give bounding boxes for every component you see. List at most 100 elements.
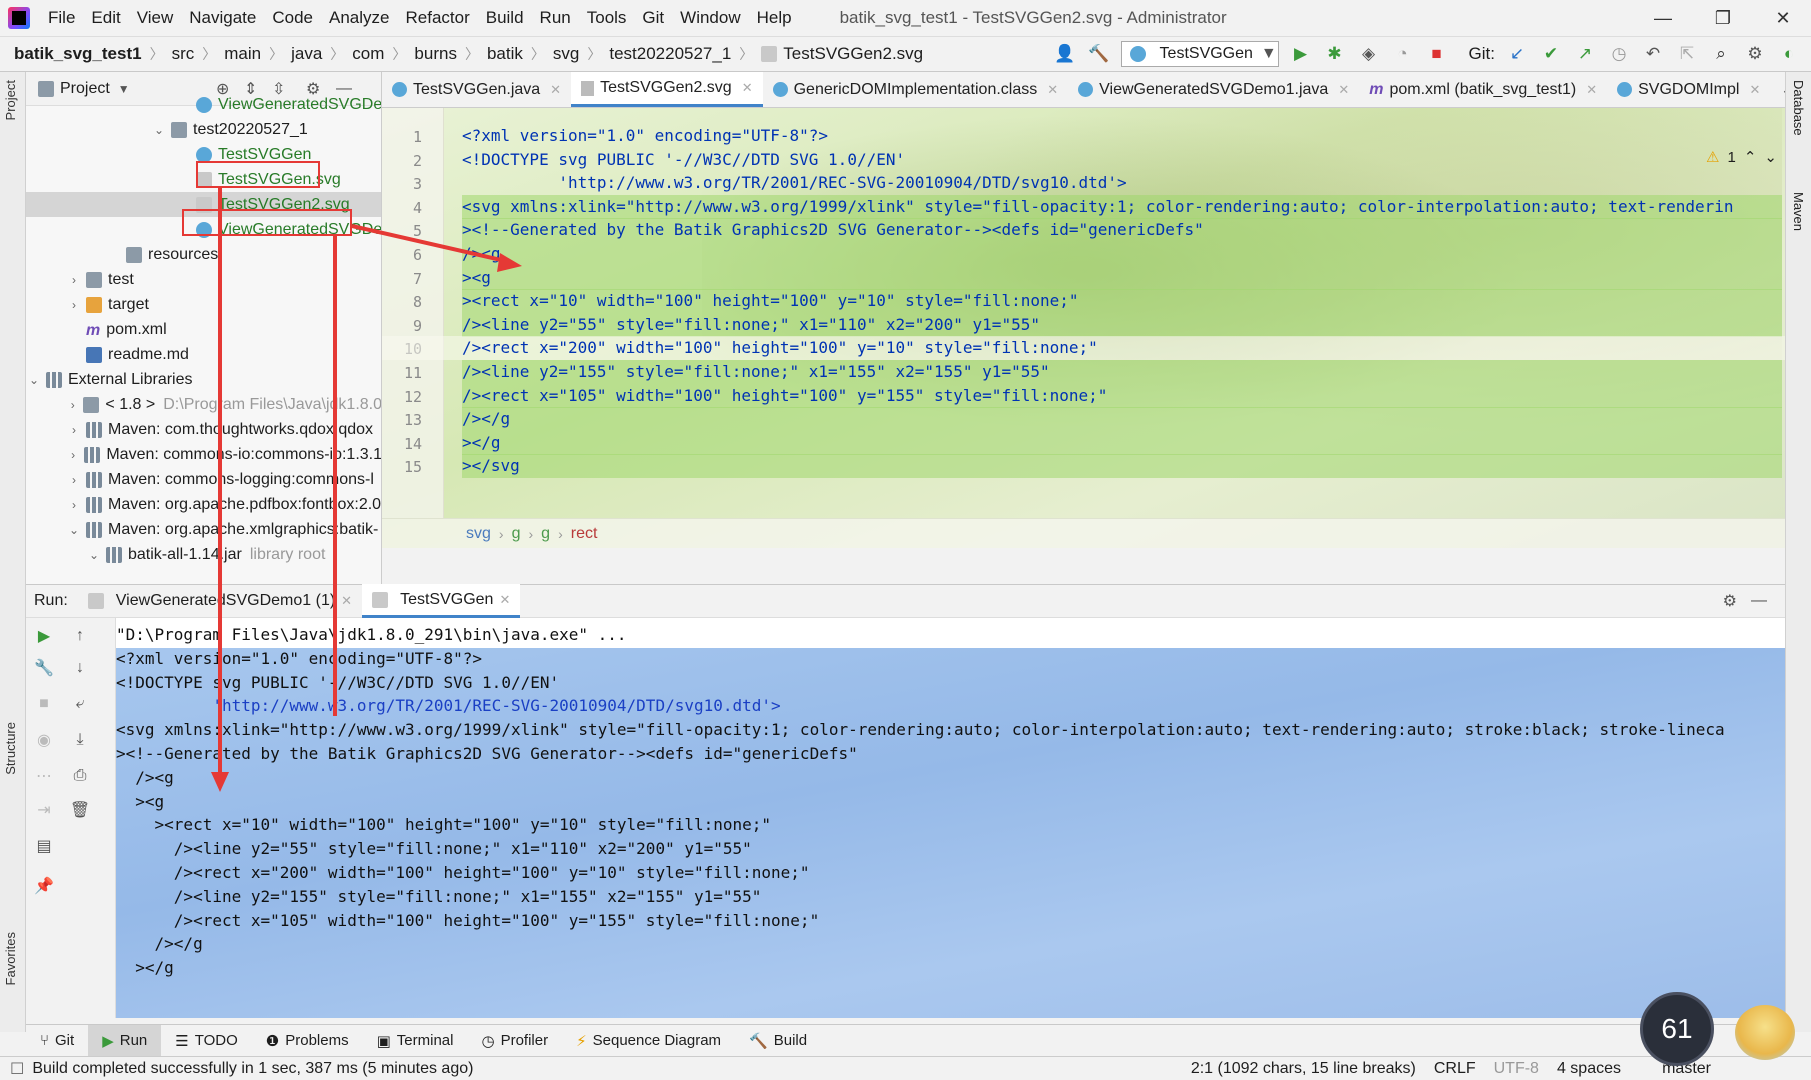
- code-line[interactable]: <svg xmlns:xlink="http://www.w3.org/1999…: [462, 195, 1734, 219]
- breadcrumb-burns[interactable]: burns: [414, 44, 457, 64]
- menu-help[interactable]: Help: [749, 8, 800, 28]
- menu-refactor[interactable]: Refactor: [397, 8, 477, 28]
- trash-icon[interactable]: 🗑: [68, 798, 92, 822]
- project-tree-row[interactable]: › Maven: commons-logging:commons-l: [26, 467, 381, 492]
- menu-run[interactable]: Run: [532, 8, 579, 28]
- project-tree-row[interactable]: › test: [26, 267, 381, 292]
- breadcrumb-batik[interactable]: batik: [487, 44, 523, 64]
- breadcrumb-file[interactable]: TestSVGGen2.svg: [761, 44, 923, 64]
- favorites-tool-window-label[interactable]: Favorites: [3, 932, 18, 985]
- scroll-up-icon[interactable]: ↑: [68, 624, 92, 648]
- camera-icon[interactable]: ◉: [32, 728, 56, 752]
- project-tree-row[interactable]: › Maven: com.thoughtworks.qdox:qdox: [26, 417, 381, 442]
- editor-breadcrumb-item[interactable]: g: [512, 525, 521, 543]
- git-history-icon[interactable]: ◷: [1607, 42, 1631, 66]
- editor-breadcrumb-item[interactable]: g: [541, 525, 550, 543]
- tool-tab-build[interactable]: 🔨 Build: [735, 1025, 821, 1057]
- tool-tab-problems[interactable]: ❶ Problems: [252, 1025, 363, 1057]
- maven-tool-window-label[interactable]: Maven: [1791, 192, 1806, 231]
- code-line[interactable]: ><!--Generated by the Batik Graphics2D S…: [462, 218, 1204, 242]
- database-tool-window-label[interactable]: Database: [1791, 80, 1806, 136]
- close-tab-icon[interactable]: ✕: [550, 82, 561, 98]
- tool-tab-terminal[interactable]: ▣ Terminal: [363, 1025, 468, 1057]
- code-line[interactable]: /><g: [462, 242, 501, 266]
- project-tree-row[interactable]: › Maven: org.apache.pdfbox:fontbox:2.0: [26, 492, 381, 517]
- project-tree-row[interactable]: resources: [26, 242, 381, 267]
- menu-tools[interactable]: Tools: [579, 8, 635, 28]
- editor-tab[interactable]: TestSVGGen2.svg ✕: [571, 72, 763, 107]
- structure-tool-window-label[interactable]: Structure: [3, 722, 18, 775]
- code-line[interactable]: /></g: [462, 407, 510, 431]
- stop-icon[interactable]: ■: [1425, 42, 1449, 66]
- close-tab-icon[interactable]: ✕: [1749, 82, 1760, 98]
- code-line[interactable]: /><line y2="55" style="fill:none;" x1="1…: [462, 313, 1040, 337]
- project-tree-row[interactable]: ⌄ batik-all-1.14.jar library root: [26, 542, 381, 567]
- menu-window[interactable]: Window: [672, 8, 748, 28]
- translate-icon[interactable]: ⇱: [1675, 42, 1699, 66]
- soft-wrap-icon[interactable]: ⤶: [68, 692, 92, 716]
- search-icon[interactable]: ⌕: [1709, 42, 1733, 66]
- close-tab-icon[interactable]: ✕: [1338, 82, 1349, 98]
- code-line[interactable]: ></svg: [462, 454, 520, 478]
- menu-navigate[interactable]: Navigate: [181, 8, 264, 28]
- tool-tab-todo[interactable]: ☰ TODO: [161, 1025, 252, 1057]
- breadcrumb-com[interactable]: com: [352, 44, 384, 64]
- breadcrumb-project[interactable]: batik_svg_test1: [14, 44, 142, 64]
- restore-icon[interactable]: ❐: [1695, 0, 1751, 36]
- user-icon[interactable]: 👤: [1053, 42, 1077, 66]
- breadcrumb-java[interactable]: java: [291, 44, 322, 64]
- project-tree-row[interactable]: ViewGeneratedSVGDemo1: [26, 92, 381, 117]
- breadcrumb-svg[interactable]: svg: [553, 44, 579, 64]
- hide-run-panel-icon[interactable]: —: [1751, 592, 1767, 610]
- status-message[interactable]: Build completed successfully in 1 sec, 3…: [32, 1060, 473, 1078]
- code-line[interactable]: /><rect x="105" width="100" height="100"…: [462, 384, 1107, 408]
- project-tree-row[interactable]: ⌄ Maven: org.apache.xmlgraphics:batik-: [26, 517, 381, 542]
- tool-tab-run[interactable]: ▶ Run: [88, 1024, 162, 1057]
- previous-highlight-icon[interactable]: ⌃: [1744, 148, 1757, 166]
- status-toggle-icon[interactable]: ☐: [10, 1059, 24, 1079]
- rerun-icon[interactable]: ▶: [32, 624, 56, 648]
- next-highlight-icon[interactable]: ⌄: [1764, 148, 1777, 166]
- project-tree-row[interactable]: readme.md: [26, 342, 381, 367]
- code-line[interactable]: ></g: [462, 431, 501, 455]
- caret-position[interactable]: 2:1 (1092 chars, 15 line breaks): [1191, 1060, 1416, 1078]
- dump-threads-icon[interactable]: ⋯: [32, 764, 56, 788]
- project-tree-row[interactable]: › < 1.8 > D:\Program Files\Java\jdk1.8.0: [26, 392, 381, 417]
- run-settings-gear-icon[interactable]: ⚙: [1723, 591, 1737, 611]
- menu-build[interactable]: Build: [478, 8, 532, 28]
- tool-tab-profiler[interactable]: ◷ Profiler: [467, 1025, 562, 1057]
- layout-icon[interactable]: ▤: [32, 834, 56, 858]
- tab-overflow-icon[interactable]: ⌄: [1770, 72, 1785, 107]
- tool-tab-sequence-diagram[interactable]: ⚡ Sequence Diagram: [562, 1025, 735, 1057]
- chevron-down-icon[interactable]: ⌄: [26, 373, 42, 387]
- close-tab-icon[interactable]: ✕: [499, 592, 510, 608]
- chevron-right-icon[interactable]: ›: [66, 273, 82, 287]
- code-line[interactable]: <!DOCTYPE svg PUBLIC '-//W3C//DTD SVG 1.…: [462, 148, 905, 172]
- chevron-down-icon[interactable]: ⌄: [151, 123, 167, 137]
- project-tree-row[interactable]: ⌄ test20220527_1: [26, 117, 381, 142]
- editor-breadcrumb-item[interactable]: svg: [466, 525, 491, 543]
- menu-file[interactable]: File: [40, 8, 83, 28]
- rollback-icon[interactable]: ↶: [1641, 42, 1665, 66]
- editor-breadcrumb-item[interactable]: rect: [571, 525, 598, 543]
- project-tool-window-label[interactable]: Project: [3, 80, 18, 120]
- run-console[interactable]: "D:\Program Files\Java\jdk1.8.0_291\bin\…: [116, 618, 1785, 1018]
- scroll-to-end-icon[interactable]: ⤓: [68, 728, 92, 752]
- chevron-right-icon[interactable]: ›: [66, 398, 79, 412]
- editor-tab[interactable]: ViewGeneratedSVGDemo1.java ✕: [1068, 72, 1359, 107]
- chevron-right-icon[interactable]: ›: [66, 298, 82, 312]
- close-icon[interactable]: ✕: [1755, 0, 1811, 36]
- menu-analyze[interactable]: Analyze: [321, 8, 397, 28]
- close-tab-icon[interactable]: ✕: [341, 593, 352, 609]
- tool-tab-git[interactable]: ⑂ Git: [26, 1025, 88, 1057]
- editor-tab[interactable]: TestSVGGen.java ✕: [382, 72, 571, 107]
- code-line[interactable]: <?xml version="1.0" encoding="UTF-8"?>: [462, 124, 828, 148]
- run-configuration-select[interactable]: TestSVGGen ▼: [1120, 41, 1279, 67]
- chevron-right-icon[interactable]: ›: [66, 473, 82, 487]
- git-push-icon[interactable]: ↗: [1573, 42, 1597, 66]
- editor-tab[interactable]: GenericDOMImplementation.class ✕: [763, 72, 1069, 107]
- code-editor[interactable]: 123456789101112131415 <?xml version="1.0…: [382, 108, 1785, 548]
- chevron-right-icon[interactable]: ›: [66, 498, 82, 512]
- chevron-down-icon[interactable]: ⌄: [66, 523, 82, 537]
- editor-tab[interactable]: SVGDOMImpl ✕: [1607, 72, 1770, 107]
